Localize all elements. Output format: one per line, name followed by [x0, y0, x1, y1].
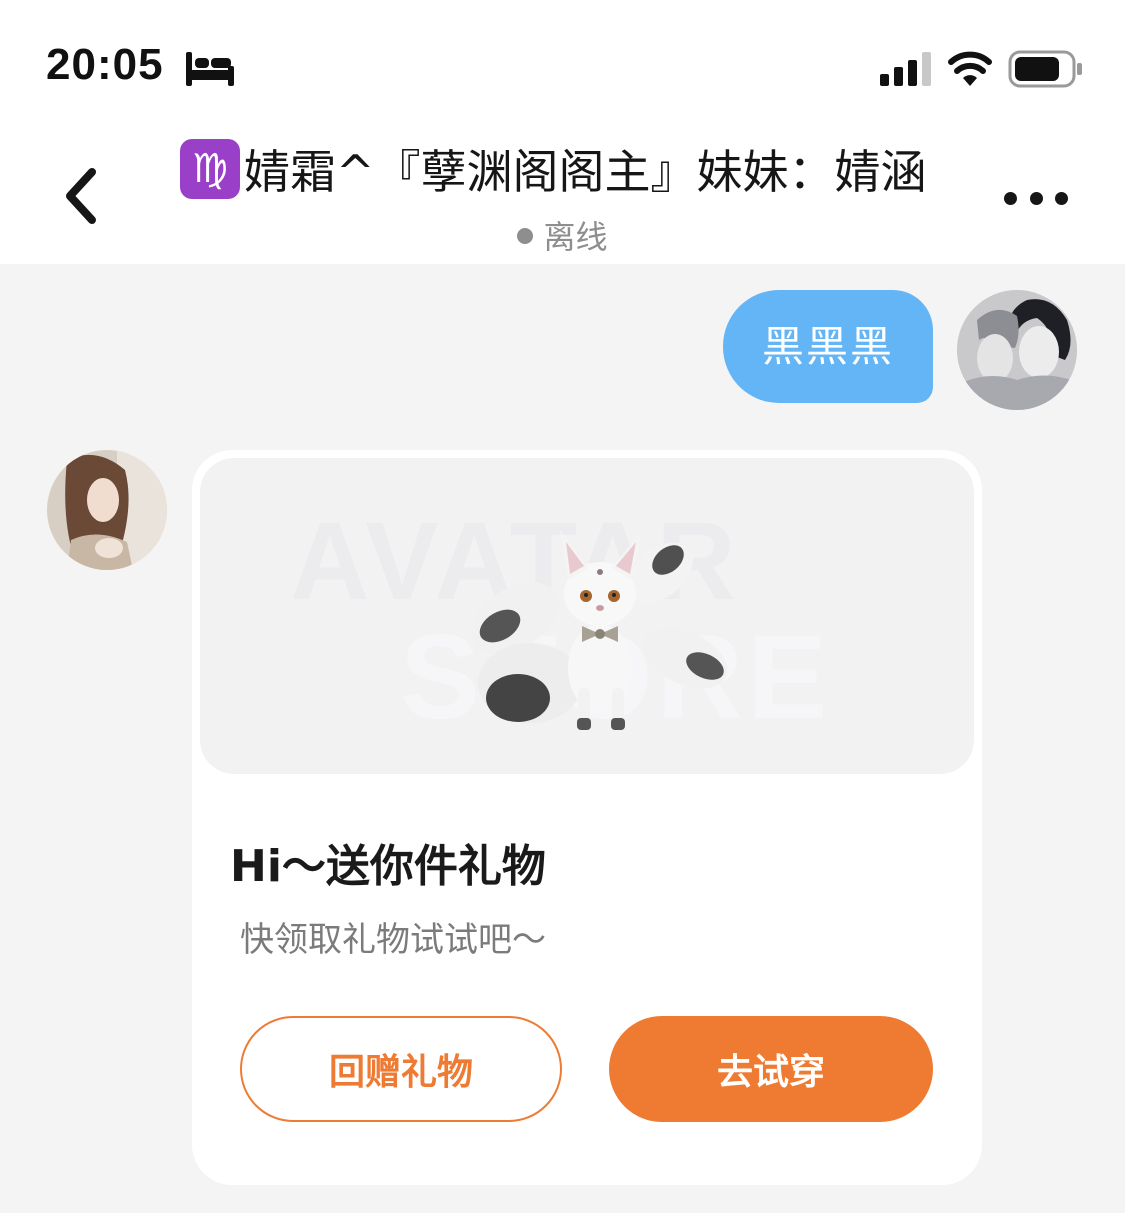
bed-icon: [186, 52, 234, 86]
battery-icon: [1008, 50, 1082, 88]
status-dot-icon: [517, 228, 534, 244]
return-gift-button[interactable]: 回赠礼物: [240, 1016, 562, 1122]
nine-tailed-fox-image: [470, 530, 728, 730]
outgoing-message-bubble[interactable]: 黑黑黑: [723, 290, 933, 403]
avatar-image: [957, 290, 1077, 410]
status-time: 20:05: [46, 40, 164, 89]
avatar-image: [47, 450, 167, 570]
gift-title: Hi～送你件礼物: [230, 841, 546, 892]
my-avatar[interactable]: [957, 290, 1077, 410]
virgo-icon: ♍: [180, 139, 240, 199]
contact-name: 婧霜^『孽渊阁阁主』妹妹：婧涵: [244, 145, 927, 199]
cellular-signal-icon: [880, 52, 931, 86]
more-options-button[interactable]: [1004, 186, 1068, 210]
gift-preview[interactable]: AVATAR STORE: [200, 458, 974, 774]
status-text: 离线: [543, 218, 608, 256]
gift-subtitle: 快领取礼物试试吧～: [240, 920, 546, 960]
status-bar: 20:05: [0, 0, 1125, 120]
wifi-icon: [948, 51, 992, 86]
chat-header: ♍ 婧霜^『孽渊阁阁主』妹妹：婧涵 离线: [0, 120, 1125, 264]
contact-avatar[interactable]: [47, 450, 167, 570]
chat-title: ♍ 婧霜^『孽渊阁阁主』妹妹：婧涵: [180, 136, 960, 202]
gift-card[interactable]: AVATAR STORE: [192, 450, 982, 1185]
try-on-button[interactable]: 去试穿: [609, 1016, 933, 1122]
online-status: 离线: [0, 212, 1125, 258]
more-horizontal-icon: [1004, 191, 1017, 205]
